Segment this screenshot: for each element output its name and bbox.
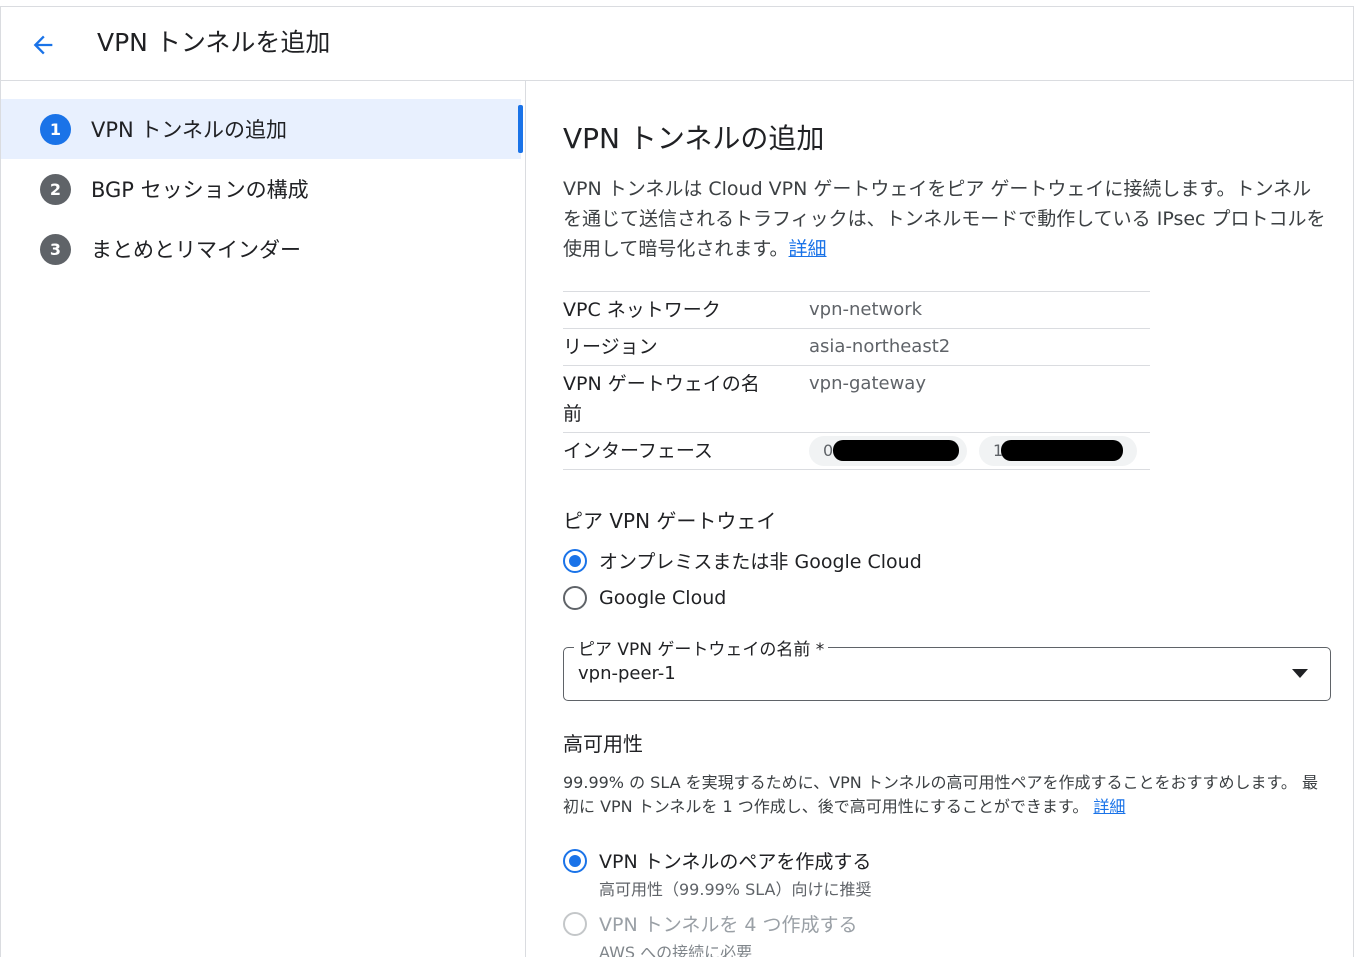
stepper-sidebar: 1 VPN トンネルの追加 2 BGP セッションの構成 3 まとめとリマインダ… [1,81,526,957]
learn-more-link[interactable]: 詳細 [789,238,827,260]
info-row-gateway: VPN ゲートウェイの名前 vpn-gateway [563,366,1150,433]
select-value: vpn-peer-1 [578,663,676,684]
radio-four-tunnels[interactable]: VPN トンネルを 4 つ作成する [563,910,858,937]
ha-description-text: 99.99% の SLA を実現するために、VPN トンネルの高可用性ペアを作成… [563,773,1318,816]
step-number-badge: 2 [40,173,71,205]
radio-unselected-icon [563,911,587,936]
radio-onprem[interactable]: オンプレミスまたは非 Google Cloud [563,547,922,574]
radio-label: Google Cloud [599,587,727,609]
info-key: インターフェース [563,440,713,462]
radio-google-cloud[interactable]: Google Cloud [563,586,726,610]
peer-gateway-select[interactable]: ピア VPN ゲートウェイの名前 * vpn-peer-1 [563,635,1331,701]
interface-chip-0: 0 [809,436,967,466]
info-key: VPN ゲートウェイの名前 [563,373,760,425]
info-value: vpn-network [809,299,923,320]
ha-section-label: 高可用性 [563,732,643,756]
info-value: asia-northeast2 [809,336,951,357]
step-add-vpn-tunnel[interactable]: 1 VPN トンネルの追加 [1,99,523,159]
interface-chip-1: 1 [979,436,1137,466]
radio-unselected-icon [563,586,587,610]
description-text: VPN トンネルは Cloud VPN ゲートウェイをピア ゲートウェイに接続し… [563,178,1326,260]
interface-chips: 01 [809,433,1149,469]
arrow-back-icon [33,35,53,55]
interface-prefix: 0 [823,441,834,460]
radio-selected-icon [563,848,587,873]
info-row-interface: インターフェース 01 [563,433,1150,470]
info-key: リージョン [563,336,658,358]
select-label: ピア VPN ゲートウェイの名前 * [574,635,829,660]
radio-label: オンプレミスまたは非 Google Cloud [599,551,922,573]
radio-tunnel-pair[interactable]: VPN トンネルのペアを作成する [563,847,871,874]
step-bgp-session[interactable]: 2 BGP セッションの構成 [1,159,521,219]
step-number-badge: 3 [40,233,71,265]
page-header: VPN トンネルを追加 [1,7,1353,81]
step-summary[interactable]: 3 まとめとリマインダー [1,219,521,279]
step-label: VPN トンネルの追加 [91,118,287,142]
step-number-badge: 1 [40,113,71,145]
app-frame: VPN トンネルを追加 1 VPN トンネルの追加 2 BGP セッションの構成… [0,6,1354,957]
step-label: BGP セッションの構成 [91,178,309,202]
radio-selected-icon [563,548,587,573]
ha-description: 99.99% の SLA を実現するために、VPN トンネルの高可用性ペアを作成… [563,771,1328,819]
redaction-mark [1001,440,1123,461]
info-row-vpc: VPC ネットワーク vpn-network [563,292,1150,329]
gateway-info-table: VPC ネットワーク vpn-network リージョン asia-northe… [563,291,1150,470]
radio-sublabel: AWS への接続に必要 [599,943,753,957]
section-heading: VPN トンネルの追加 [563,122,825,155]
peer-gateway-label: ピア VPN ゲートウェイ [563,509,777,533]
tunnel-description: VPN トンネルは Cloud VPN ゲートウェイをピア ゲートウェイに接続し… [563,174,1328,264]
radio-label: VPN トンネルを 4 つ作成する [599,914,858,936]
ha-learn-more-link[interactable]: 詳細 [1093,797,1125,816]
page-title: VPN トンネルを追加 [97,28,331,57]
back-button[interactable] [23,25,63,65]
step-label: まとめとリマインダー [91,238,301,262]
info-key: VPC ネットワーク [563,299,721,321]
radio-sublabel: 高可用性（99.99% SLA）向けに推奨 [599,880,872,899]
radio-label: VPN トンネルのペアを作成する [599,851,872,873]
dropdown-arrow-icon [1292,669,1308,678]
info-value: vpn-gateway [809,373,926,394]
info-row-region: リージョン asia-northeast2 [563,329,1150,366]
redaction-mark [833,440,959,461]
